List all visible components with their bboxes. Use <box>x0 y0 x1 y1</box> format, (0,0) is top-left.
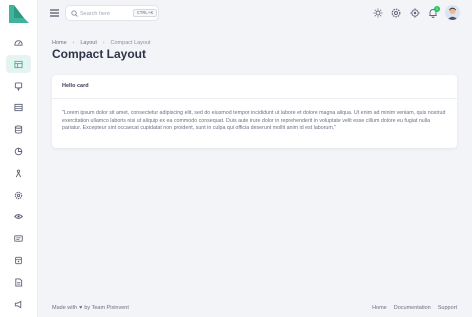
breadcrumb: Home › Layout › Compact Layout <box>52 40 151 46</box>
chevron-right-icon: › <box>102 40 105 46</box>
user-avatar-icon <box>445 5 460 20</box>
heart-icon: ♥ <box>79 305 83 311</box>
sidebar-item-dashboard[interactable] <box>6 33 31 51</box>
sidebar-item-security[interactable] <box>6 251 31 269</box>
menu-icon[interactable] <box>50 9 59 17</box>
sidebar-item-announcements[interactable] <box>6 295 31 313</box>
sidebar-item-user[interactable] <box>6 164 31 182</box>
navbar: CTRL+K 1 <box>38 0 472 27</box>
sidebar-item-id-card[interactable] <box>6 229 31 247</box>
search-input[interactable] <box>80 8 130 19</box>
avatar[interactable] <box>445 5 460 20</box>
card-title: Hello card <box>62 83 89 89</box>
sidebar-item-table[interactable] <box>6 98 31 116</box>
footer-credit: Made with ♥ by Team Pixinvent <box>52 305 129 311</box>
target-icon[interactable] <box>410 8 420 18</box>
settings-icon <box>14 191 23 199</box>
footer-link-home[interactable]: Home <box>372 305 387 311</box>
file-icon <box>15 277 23 287</box>
hello-card: Hello card "Lorem ipsum dolor sit amet, … <box>52 75 457 148</box>
sun-icon[interactable] <box>373 8 383 18</box>
chat-icon <box>14 81 23 91</box>
page-title: Compact Layout <box>52 47 147 61</box>
eye-icon <box>14 213 23 219</box>
logo-icon[interactable] <box>8 4 30 24</box>
speaker-icon <box>14 300 22 308</box>
database-icon <box>14 124 23 134</box>
footer-link-documentation[interactable]: Documentation <box>394 305 431 311</box>
chevron-right-icon: › <box>72 40 75 46</box>
footer-links: Home Documentation Support <box>372 305 457 311</box>
table-icon <box>14 103 23 111</box>
id-card-icon <box>14 234 23 242</box>
sidebar-item-database[interactable] <box>6 120 31 138</box>
card-header: Hello card <box>52 75 457 99</box>
breadcrumb-home[interactable]: Home <box>52 40 67 46</box>
footer-made-with: Made with <box>52 305 78 311</box>
user-icon <box>15 169 22 177</box>
card-body-text: "Lorem ipsum dolor sit amet, consectetur… <box>62 110 446 131</box>
footer-link-support[interactable]: Support <box>438 305 457 311</box>
notification-badge: 1 <box>434 6 440 12</box>
settings-gear-icon[interactable] <box>391 8 401 18</box>
chart-icon <box>14 147 23 155</box>
sidebar-item-files[interactable] <box>6 273 31 291</box>
dashboard-icon <box>14 39 23 46</box>
search-box[interactable]: CTRL+K <box>65 5 159 21</box>
breadcrumb-current: Compact Layout <box>110 40 151 46</box>
search-icon <box>71 10 78 17</box>
breadcrumb-layout[interactable]: Layout <box>80 40 97 46</box>
sidebar-item-chart[interactable] <box>6 142 31 160</box>
sidebar-item-view[interactable] <box>6 207 31 225</box>
search-shortcut: CTRL+K <box>133 9 158 17</box>
footer-by-team[interactable]: by Team Pixinvent <box>84 305 129 311</box>
layout-icon <box>14 60 23 68</box>
sidebar-item-settings[interactable] <box>6 186 31 204</box>
sidebar <box>0 0 38 317</box>
sidebar-item-chat[interactable] <box>6 77 31 95</box>
shield-icon <box>15 256 22 264</box>
sidebar-item-layouts[interactable] <box>6 55 31 73</box>
